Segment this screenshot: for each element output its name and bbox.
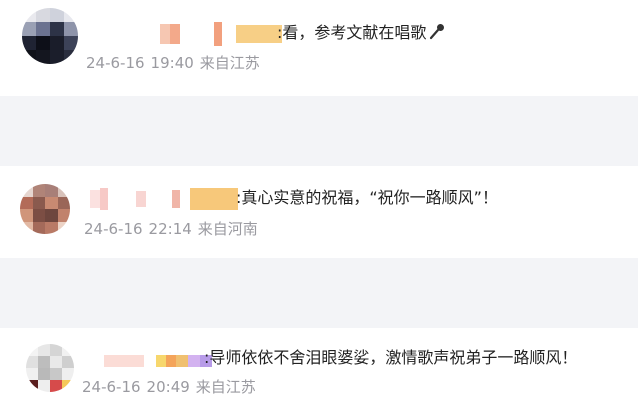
comment-body: :真心实意的祝福，“祝你一路顺风”！: [236, 188, 498, 207]
avatar[interactable]: [26, 344, 74, 392]
comment-date: 24-6-16: [82, 378, 141, 396]
comment-item[interactable]: :看，参考文献在唱歌 24-6-16 19:40 来自江苏: [0, 0, 638, 96]
comment-time: 22:14: [148, 220, 192, 238]
microphone-icon: [430, 24, 445, 40]
comment-location: 来自江苏: [195, 378, 256, 396]
comment-item[interactable]: :真心实意的祝福，“祝你一路顺风”！ 24-6-16 22:14 来自河南: [0, 166, 638, 258]
avatar[interactable]: [20, 184, 70, 234]
comment-date: 24-6-16: [86, 54, 145, 72]
avatar[interactable]: [22, 8, 78, 64]
comment-time: 19:40: [150, 54, 194, 72]
comment-text: :导师依依不舍泪眼婆娑，激情歌声祝弟子一路顺风！: [204, 348, 577, 368]
comment-text: :看，参考文献在唱歌: [277, 22, 446, 43]
comment-location: 来自江苏: [199, 54, 260, 72]
username-mosaic[interactable]: [104, 354, 212, 368]
comment-meta: 24-6-16 19:40 来自江苏: [86, 54, 260, 72]
comment-body: :导师依依不舍泪眼婆娑，激情歌声祝弟子一路顺风！: [204, 348, 578, 367]
comment-meta: 24-6-16 20:49 来自江苏: [82, 378, 256, 396]
comment-location: 来自河南: [197, 220, 258, 238]
username-mosaic[interactable]: [90, 188, 238, 210]
comment-item[interactable]: :导师依依不舍泪眼婆娑，激情歌声祝弟子一路顺风！ 24-6-16 20:49 来自江…: [0, 328, 638, 415]
separator: [0, 96, 638, 166]
comment-meta: 24-6-16 22:14 来自河南: [84, 220, 258, 238]
comment-date: 24-6-16: [84, 220, 143, 238]
username-mosaic[interactable]: [160, 22, 282, 46]
separator: [0, 258, 638, 328]
comment-body: :看，参考文献在唱歌: [277, 23, 427, 42]
comment-text: :真心实意的祝福，“祝你一路顺风”！: [236, 188, 498, 208]
comment-time: 20:49: [146, 378, 190, 396]
